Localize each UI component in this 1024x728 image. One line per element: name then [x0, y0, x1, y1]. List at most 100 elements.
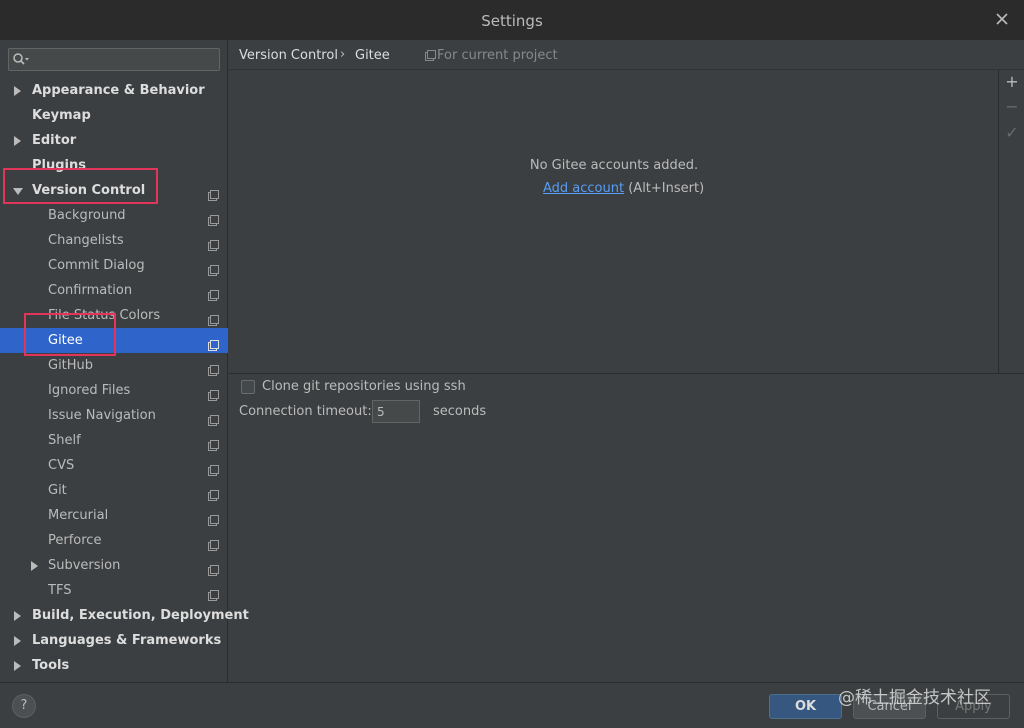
tree-item-languages-frameworks[interactable]: Languages & Frameworks — [0, 628, 228, 653]
tree-item-editor[interactable]: Editor — [0, 128, 228, 153]
expand-arrow-icon[interactable] — [14, 611, 21, 621]
tree-item-git[interactable]: Git — [0, 478, 228, 503]
add-icon[interactable]: + — [1004, 74, 1020, 90]
remove-icon[interactable]: − — [1004, 99, 1020, 115]
tree-item-label: Changelists — [48, 233, 124, 248]
tree-item-gitee[interactable]: Gitee — [0, 328, 228, 353]
add-account-shortcut: (Alt+Insert) — [628, 181, 705, 196]
help-button[interactable]: ? — [12, 694, 36, 718]
tree-item-label: Subversion — [48, 558, 121, 573]
breadcrumb-parent[interactable]: Version Control — [239, 48, 338, 63]
expand-arrow-icon[interactable] — [14, 636, 21, 646]
tree-item-label: Confirmation — [48, 283, 133, 298]
add-account-link[interactable]: Add account — [543, 181, 624, 196]
tree-item-appearance-behavior[interactable]: Appearance & Behavior — [0, 78, 228, 103]
tree-item-tools[interactable]: Tools — [0, 653, 228, 678]
clone-ssh-label[interactable]: Clone git repositories using ssh — [262, 379, 466, 394]
settings-sidebar: Appearance & Behavior Keymap Editor Plugins… — [0, 40, 249, 682]
tree-item-label: Git — [48, 483, 67, 498]
tree-item-label: Commit Dialog — [48, 258, 145, 273]
project-settings-icon — [208, 560, 219, 576]
tree-item-label: Shelf — [48, 433, 81, 448]
expand-arrow-icon[interactable] — [31, 561, 38, 571]
tree-item-cvs[interactable]: CVS — [0, 453, 228, 478]
project-scope-icon — [425, 50, 436, 61]
expand-arrow-icon[interactable] — [14, 661, 21, 671]
project-settings-icon — [208, 260, 219, 276]
search-icon[interactable] — [12, 52, 30, 67]
settings-tree: Appearance & Behavior Keymap Editor Plugins… — [0, 78, 249, 678]
tree-item-perforce[interactable]: Perforce — [0, 528, 228, 553]
dialog-footer: ? OK Cancel Apply — [0, 682, 1024, 728]
close-icon[interactable] — [994, 11, 1010, 27]
tree-item-plugins[interactable]: Plugins — [0, 153, 228, 178]
tree-item-label: TFS — [48, 583, 72, 598]
tree-item-label: Editor — [32, 133, 77, 148]
tree-item-label: Ignored Files — [48, 383, 131, 398]
tree-item-label: Issue Navigation — [48, 408, 156, 423]
tree-item-label: Build, Execution, Deployment — [32, 608, 249, 623]
tree-item-mercurial[interactable]: Mercurial — [0, 503, 228, 528]
scope-label: For current project — [437, 48, 558, 63]
breadcrumb-separator: › — [340, 47, 346, 62]
empty-accounts-text: No Gitee accounts added. — [529, 158, 699, 173]
tree-item-label: Background — [48, 208, 126, 223]
settings-content: Version Control › Gitee For current proj… — [229, 40, 1024, 682]
connection-timeout-row: Connection timeout: seconds — [239, 400, 539, 424]
project-settings-icon — [208, 210, 219, 226]
timeout-label: Connection timeout: — [239, 404, 372, 419]
tree-item-background[interactable]: Background — [0, 203, 228, 228]
tree-item-label: Perforce — [48, 533, 102, 548]
accounts-list[interactable]: No Gitee accounts added. Add account (Al… — [229, 70, 999, 374]
tree-item-build-execution-deployment[interactable]: Build, Execution, Deployment — [0, 603, 249, 628]
tree-item-shelf[interactable]: Shelf — [0, 428, 228, 453]
tree-item-label: Languages & Frameworks — [32, 633, 222, 648]
tree-item-file-status-colors[interactable]: File Status Colors — [0, 303, 228, 328]
search-input[interactable] — [8, 48, 220, 71]
project-settings-icon — [208, 510, 219, 526]
tree-item-changelists[interactable]: Changelists — [0, 228, 228, 253]
tree-item-ignored-files[interactable]: Ignored Files — [0, 378, 228, 403]
tree-item-confirmation[interactable]: Confirmation — [0, 278, 228, 303]
project-settings-icon — [208, 585, 219, 601]
project-settings-icon — [208, 385, 219, 401]
apply-button[interactable]: Apply — [937, 694, 1010, 719]
title-bar: Settings — [0, 0, 1024, 40]
project-settings-icon — [208, 335, 219, 351]
project-settings-icon — [208, 285, 219, 301]
tree-item-commit-dialog[interactable]: Commit Dialog — [0, 253, 228, 278]
project-settings-icon — [208, 410, 219, 426]
project-settings-icon — [208, 460, 219, 476]
ok-button[interactable]: OK — [769, 694, 842, 719]
window-title: Settings — [481, 12, 543, 30]
add-account-line: Add account (Alt+Insert) — [543, 181, 704, 196]
tree-item-label: Appearance & Behavior — [32, 83, 205, 98]
project-settings-icon — [208, 535, 219, 551]
project-settings-icon — [208, 435, 219, 451]
timeout-unit: seconds — [433, 404, 487, 419]
tree-item-issue-navigation[interactable]: Issue Navigation — [0, 403, 228, 428]
breadcrumb-current: Gitee — [355, 48, 390, 63]
breadcrumb: Version Control › Gitee For current proj… — [229, 40, 1024, 70]
set-default-icon[interactable]: ✓ — [1004, 125, 1020, 141]
tree-item-label: Tools — [32, 658, 70, 673]
collapse-arrow-icon[interactable] — [13, 188, 23, 195]
expand-arrow-icon[interactable] — [14, 136, 21, 146]
tree-item-tfs[interactable]: TFS — [0, 578, 228, 603]
project-settings-icon — [208, 485, 219, 501]
tree-item-label: GitHub — [48, 358, 94, 373]
timeout-input[interactable] — [372, 400, 420, 423]
cancel-button[interactable]: Cancel — [853, 694, 926, 719]
project-settings-icon — [208, 310, 219, 326]
tree-item-keymap[interactable]: Keymap — [0, 103, 228, 128]
tree-item-label: Keymap — [32, 108, 91, 123]
tree-item-label: Plugins — [32, 158, 86, 173]
tree-item-label: CVS — [48, 458, 75, 473]
tree-item-label: Mercurial — [48, 508, 109, 523]
tree-item-github[interactable]: GitHub — [0, 353, 228, 378]
tree-item-subversion[interactable]: Subversion — [0, 553, 228, 578]
tree-item-version-control[interactable]: Version Control — [0, 178, 228, 203]
clone-ssh-checkbox[interactable] — [241, 380, 255, 394]
expand-arrow-icon[interactable] — [14, 86, 21, 96]
tree-item-label: File Status Colors — [48, 308, 161, 323]
